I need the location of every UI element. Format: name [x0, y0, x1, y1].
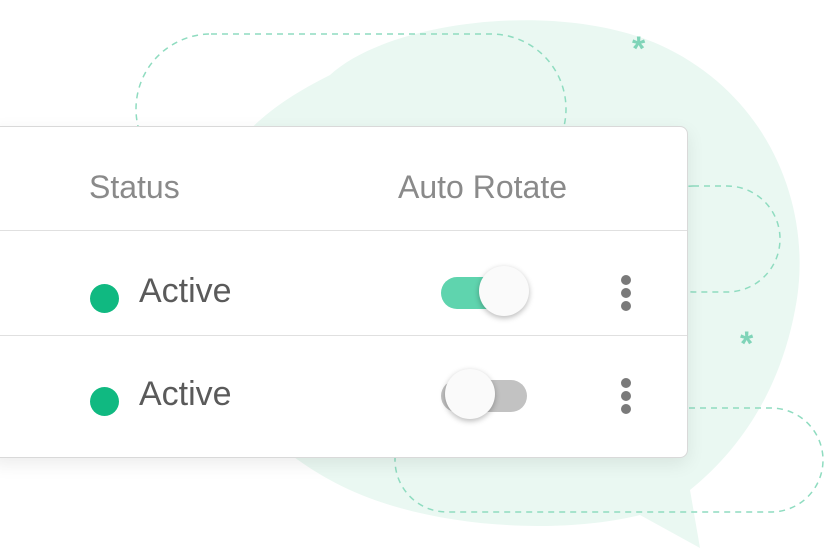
toggle-knob	[445, 369, 495, 419]
more-vertical-icon[interactable]	[616, 271, 636, 315]
status-label: Active	[139, 272, 232, 310]
toggle-knob	[479, 266, 529, 316]
auto-rotate-toggle[interactable]	[441, 266, 529, 318]
table-row: Active	[0, 336, 687, 458]
table-row: Active	[0, 231, 687, 336]
status-indicator-dot	[90, 387, 119, 416]
table-header-row: Status Auto Rotate	[0, 127, 687, 231]
column-header-auto-rotate[interactable]: Auto Rotate	[398, 167, 567, 207]
auto-rotate-toggle[interactable]	[441, 369, 527, 421]
data-table-card: Status Auto Rotate Active Active	[0, 126, 688, 458]
more-vertical-icon[interactable]	[616, 374, 636, 418]
stage: * * Status Auto Rotate Active Active	[0, 0, 824, 550]
asterisk-icon: *	[740, 325, 754, 363]
asterisk-icon: *	[632, 30, 646, 68]
column-header-status[interactable]: Status	[89, 167, 180, 207]
status-indicator-dot	[90, 284, 119, 313]
status-label: Active	[139, 375, 232, 413]
